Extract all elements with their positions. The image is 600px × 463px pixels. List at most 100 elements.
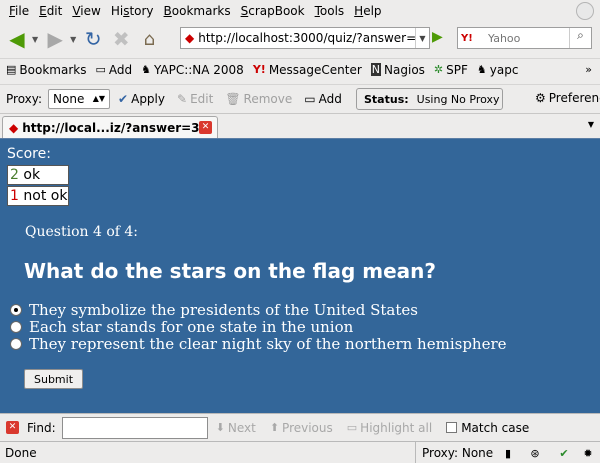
back-arrow-icon[interactable]: ◀ xyxy=(4,26,30,52)
menu-edit[interactable]: Edit xyxy=(34,4,67,18)
bookmark-item[interactable]: ▭ Add xyxy=(95,63,132,77)
ok-check-icon[interactable]: ✔ xyxy=(556,445,572,461)
radio-button[interactable] xyxy=(10,320,22,333)
menu-bar: File Edit View History Bookmarks ScrapBo… xyxy=(0,0,600,22)
match-case-checkbox[interactable]: Match case xyxy=(446,421,529,435)
tab-quiz[interactable]: ◆ http://local...iz/?answer=3 ✕ xyxy=(2,116,218,139)
throbber-icon xyxy=(576,2,594,20)
addon-icon[interactable]: ⊛ xyxy=(527,445,543,461)
answer-option[interactable]: They represent the clear night sky of th… xyxy=(10,334,507,353)
firebug-icon[interactable]: ✹ xyxy=(580,445,596,461)
preferences-button[interactable]: ⚙Preferences xyxy=(535,91,600,105)
page-icon: ▭ xyxy=(304,91,316,106)
trash-icon: 🗑 xyxy=(225,91,241,106)
home-icon[interactable]: ⌂ xyxy=(136,26,162,52)
proxy-label: Proxy: xyxy=(6,91,43,106)
page-info-icon[interactable]: ▮ xyxy=(500,445,516,461)
answer-label: They represent the clear night sky of th… xyxy=(29,334,507,353)
menu-scrapbook[interactable]: ScrapBook xyxy=(236,4,310,18)
navigation-toolbar: ◀ ▼ ▶ ▼ ↻ ✖ ⌂ ◆ http://localhost:3000/qu… xyxy=(0,22,600,56)
close-find-bar-icon[interactable]: ✕ xyxy=(6,421,19,434)
answer-label: They symbolize the presidents of the Uni… xyxy=(29,300,418,319)
go-arrow-icon[interactable]: ▶ xyxy=(432,29,450,47)
tab-bar: ◆ http://local...iz/?answer=3 ✕ ▼ xyxy=(0,113,600,139)
bookmark-item[interactable]: ▤ Bookmarks xyxy=(6,63,86,77)
spf-icon: ✲ xyxy=(433,63,444,76)
bookmark-item[interactable]: N Nagios xyxy=(370,63,425,77)
pencil-icon: ✎ xyxy=(177,91,188,106)
search-input[interactable] xyxy=(488,31,569,45)
score-label: Score: xyxy=(7,146,51,162)
site-favicon-icon: ◆ xyxy=(185,31,195,45)
menu-view[interactable]: View xyxy=(67,4,105,18)
answer-options: They symbolize the presidents of the Uni… xyxy=(10,300,507,353)
menu-history[interactable]: History xyxy=(106,4,159,18)
answer-option[interactable]: Each star stands for one state in the un… xyxy=(10,317,507,336)
remove-button[interactable]: 🗑 Remove xyxy=(225,92,292,106)
score-ok: 2 ok xyxy=(7,165,69,185)
url-dropdown-icon[interactable]: ▼ xyxy=(415,28,429,48)
radio-button[interactable] xyxy=(10,337,22,350)
back-history-dropdown-icon[interactable]: ▼ xyxy=(32,35,38,44)
question-number: Question 4 of 4: xyxy=(25,224,139,240)
checkmark-icon: ✔ xyxy=(118,91,129,106)
search-icon[interactable]: ⌕ xyxy=(569,28,591,48)
forward-history-dropdown-icon[interactable]: ▼ xyxy=(70,35,76,44)
url-text[interactable]: http://localhost:3000/quiz/?answer=3 xyxy=(198,31,415,45)
add-proxy-button[interactable]: ▭ Add xyxy=(304,92,342,106)
checkbox[interactable] xyxy=(446,422,458,433)
yahoo-icon: Y! xyxy=(252,63,266,76)
bookmarks-overflow-chevron-icon[interactable]: » xyxy=(585,63,592,76)
page-icon: ▭ xyxy=(95,63,106,76)
score-not-ok: 1 not ok xyxy=(7,186,69,206)
tab-list-dropdown-icon[interactable]: ▼ xyxy=(588,120,594,129)
url-bar[interactable]: ◆ http://localhost:3000/quiz/?answer=3 ▼ xyxy=(180,27,430,49)
highlight-all-button[interactable]: ▭ Highlight all xyxy=(347,421,432,435)
not-ok-text: not ok xyxy=(23,188,68,204)
question-title: What do the stars on the flag mean? xyxy=(24,259,436,283)
site-favicon-icon: ◆ xyxy=(9,121,19,135)
edit-button[interactable]: ✎ Edit xyxy=(177,92,213,106)
search-box[interactable]: Y! ⌕ xyxy=(457,27,592,49)
menu-file[interactable]: File xyxy=(4,4,34,18)
proxy-status-button[interactable]: Status: Using No Proxy xyxy=(356,88,503,110)
ok-text: ok xyxy=(23,167,41,183)
bookmark-item[interactable]: ✲ SPF xyxy=(434,63,468,77)
page-content: Score: 2 ok 1 not ok Question 4 of 4: Wh… xyxy=(0,138,600,413)
camel-icon: ♞ xyxy=(141,63,151,76)
forward-arrow-icon[interactable]: ▶ xyxy=(42,26,68,52)
bookmarks-toolbar: ▤ Bookmarks ▭ Add ♞ YAPC::NA 2008 Y! Message… xyxy=(0,58,600,80)
camel-icon: ♞ xyxy=(476,63,487,76)
status-label: Status: xyxy=(364,92,409,106)
status-value: Using No Proxy xyxy=(416,92,500,106)
find-previous-button[interactable]: ⬆ Previous xyxy=(270,421,333,435)
bookmark-item[interactable]: Y! MessageCenter xyxy=(253,63,362,77)
reload-icon[interactable]: ↻ xyxy=(80,26,106,52)
menu-tools[interactable]: Tools xyxy=(310,4,350,18)
proxy-toolbar: Proxy: None ▲▼ ✔ Apply ✎ Edit 🗑 Remove ▭ Add… xyxy=(0,84,600,112)
close-tab-icon[interactable]: ✕ xyxy=(199,121,212,134)
arrow-up-icon: ⬆ xyxy=(269,421,280,434)
arrow-down-icon: ⬇ xyxy=(215,421,225,434)
answer-option[interactable]: They symbolize the presidents of the Uni… xyxy=(10,300,507,319)
proxy-select-value: None xyxy=(53,91,85,106)
radio-button[interactable] xyxy=(10,303,22,316)
find-input[interactable] xyxy=(61,416,208,439)
bookmark-item[interactable]: ♞ YAPC::NA 2008 xyxy=(141,63,244,77)
status-proxy[interactable]: Proxy: None xyxy=(415,442,499,463)
search-engine-icon[interactable]: Y! xyxy=(458,33,488,44)
status-bar: Done Proxy: None ▮ ⊛ ✔ ✹ xyxy=(0,441,600,463)
find-next-button[interactable]: ⬇ Next xyxy=(216,421,256,435)
bookmark-item[interactable]: ♞ yapc xyxy=(477,63,519,77)
find-label: Find: xyxy=(27,420,56,435)
stop-icon[interactable]: ✖ xyxy=(108,26,134,52)
menu-help[interactable]: Help xyxy=(349,4,386,18)
tab-title: http://local...iz/?answer=3 xyxy=(22,121,200,135)
find-bar: ✕ Find: ⬇ Next ⬆ Previous ▭ Highlight all M… xyxy=(0,413,600,441)
apply-button[interactable]: ✔ Apply xyxy=(118,92,165,106)
bookmarks-icon: ▤ xyxy=(6,63,17,76)
answer-label: Each star stands for one state in the un… xyxy=(29,317,354,336)
proxy-select[interactable]: None ▲▼ xyxy=(48,88,111,109)
submit-button[interactable]: Submit xyxy=(24,369,83,389)
menu-bookmarks[interactable]: Bookmarks xyxy=(159,4,236,18)
